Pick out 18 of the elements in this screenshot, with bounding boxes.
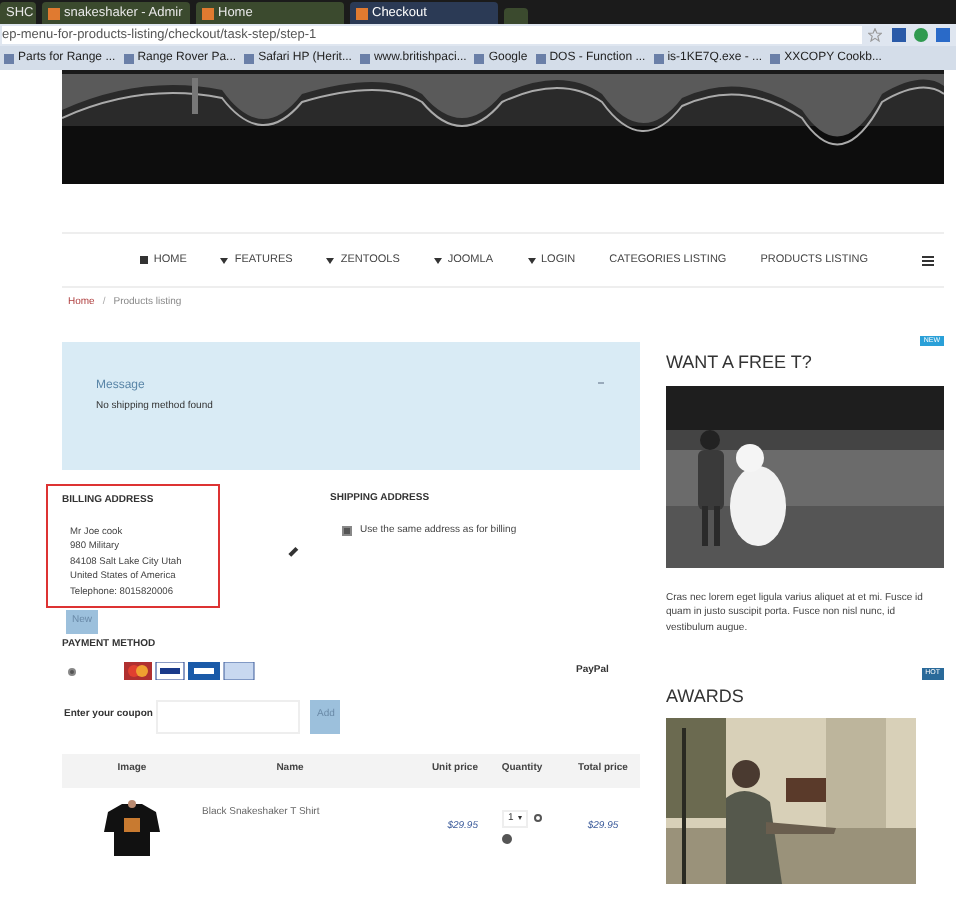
- caret-icon: [326, 257, 335, 263]
- refresh-icon[interactable]: [533, 814, 542, 823]
- caret-icon: [220, 257, 229, 263]
- home-icon: [139, 256, 148, 264]
- payment-cards-drawing: [124, 662, 256, 680]
- checkbox[interactable]: [342, 525, 352, 536]
- caret-icon: [433, 257, 442, 263]
- site-icon: [202, 7, 214, 19]
- caret-icon: [527, 257, 535, 263]
- widget-title: AWARDS: [666, 683, 746, 709]
- site-icon: [356, 7, 368, 19]
- menu-icon[interactable]: [922, 255, 934, 265]
- radio-button[interactable]: [68, 667, 76, 675]
- pencil-icon[interactable]: [288, 546, 298, 557]
- widget-title: WANT A FREE T?: [666, 350, 814, 377]
- star-icon[interactable]: [868, 28, 882, 42]
- remove-icon[interactable]: [502, 834, 512, 844]
- site-icon: [48, 7, 60, 19]
